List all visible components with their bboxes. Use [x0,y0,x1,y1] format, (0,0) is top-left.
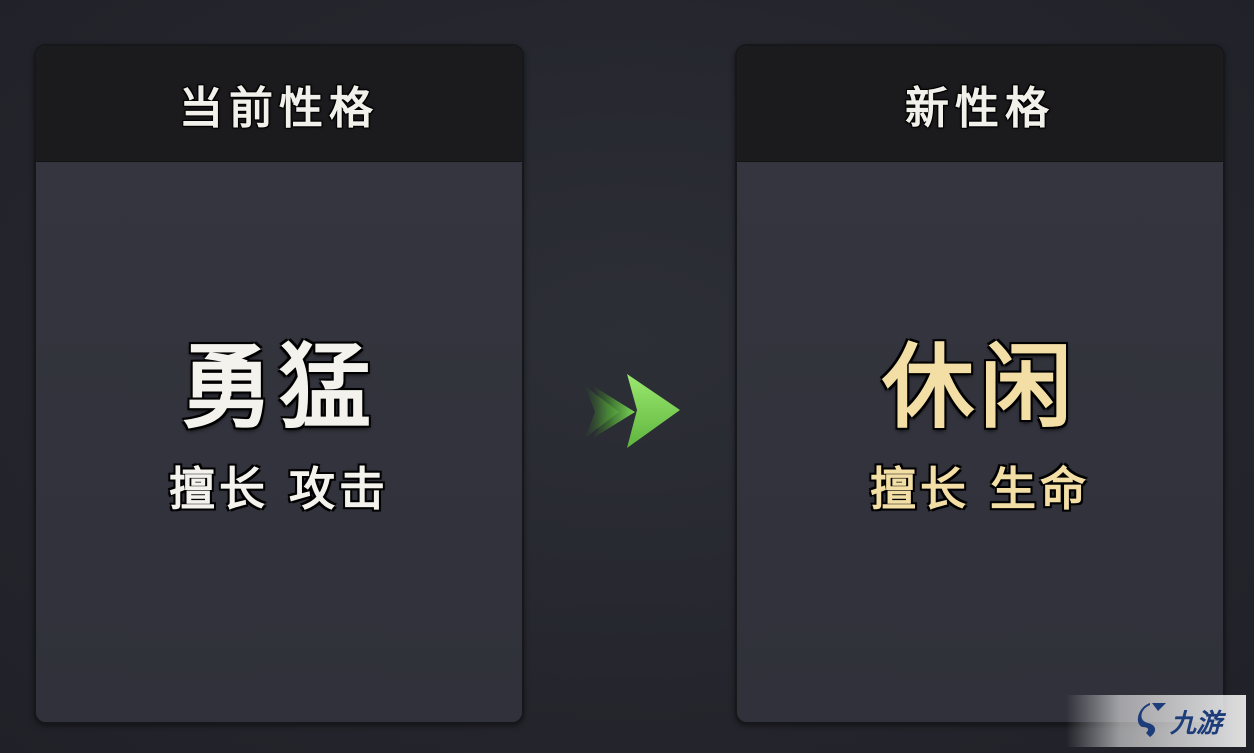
current-personality-body: 勇猛 擅长 攻击 [36,163,522,722]
current-personality-header: 当前性格 [36,46,522,162]
watermark-logo: 九游 [1066,695,1246,747]
current-personality-title: 当前性格 [179,82,379,134]
personality-change-screen: 当前性格 勇猛 擅长 攻击 新性格 休闲 擅长 生命 九游 [0,0,1254,753]
new-personality-header: 新性格 [737,46,1223,162]
new-trait-desc: 擅长 生命 [869,462,1090,516]
jiuyou-logo-icon: 九游 [1137,703,1227,739]
current-trait-desc: 擅长 攻击 [168,462,389,516]
double-arrow-right-icon [585,372,681,452]
new-trait-name: 休闲 [881,333,1078,441]
current-trait-name: 勇猛 [180,333,377,441]
current-personality-card: 当前性格 勇猛 擅长 攻击 [34,44,524,724]
new-personality-title: 新性格 [905,82,1055,134]
watermark-text: 九游 [1169,709,1227,739]
new-personality-body: 休闲 擅长 生命 [737,163,1223,722]
new-personality-card: 新性格 休闲 擅长 生命 [735,44,1225,724]
